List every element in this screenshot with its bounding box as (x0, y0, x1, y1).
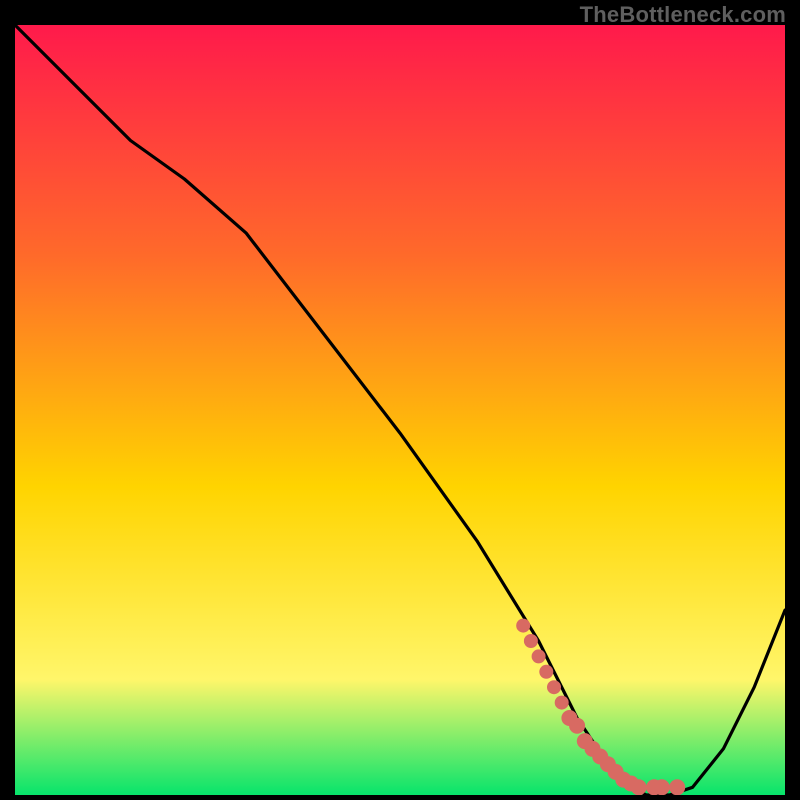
highlight-dot (547, 680, 561, 694)
highlight-dot (539, 665, 553, 679)
highlight-dot (669, 779, 685, 795)
chart-frame (15, 25, 785, 795)
highlight-dot (569, 718, 585, 734)
highlight-dot (524, 634, 538, 648)
bottleneck-chart (15, 25, 785, 795)
highlight-dot (555, 696, 569, 710)
highlight-dot (631, 779, 647, 795)
highlight-dot (654, 779, 670, 795)
highlight-dot (516, 619, 530, 633)
highlight-dot (532, 649, 546, 663)
